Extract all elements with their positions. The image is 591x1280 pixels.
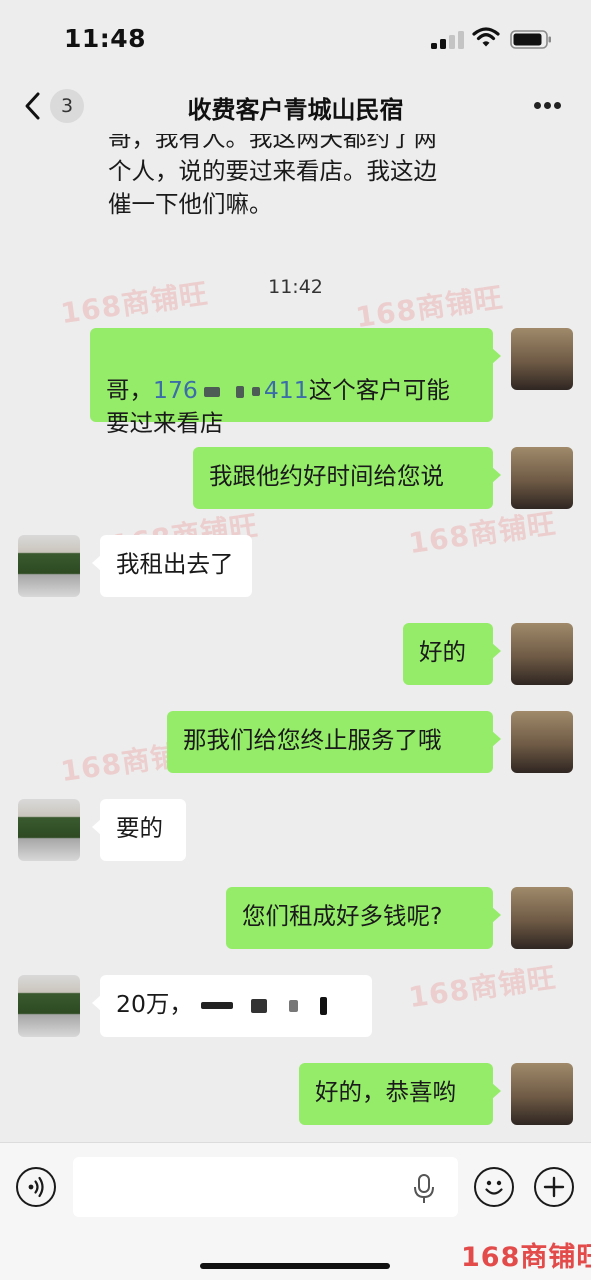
message-text: 20万， <box>116 990 193 1018</box>
nav-bar: 3 收费客户青城山民宿 <box>0 78 591 134</box>
self-avatar[interactable] <box>511 887 573 949</box>
message-list[interactable]: 哥，我有人。我这两天都约了两 个人，说的要过来看店。我这边 催一下他们嘛。 11… <box>0 134 591 1142</box>
message-row: 那我们给您终止服务了哦 <box>0 711 591 773</box>
message-text: 要的 <box>116 814 163 842</box>
message-text-prefix: 哥， <box>106 376 153 404</box>
message-row: 我租出去了 <box>0 535 591 597</box>
phone-number-suffix[interactable]: 411 <box>264 376 309 404</box>
message-bubble[interactable]: 那我们给您终止服务了哦 <box>167 711 501 773</box>
message-row: 好的，恭喜哟 <box>0 1063 591 1125</box>
redaction-mark <box>250 998 267 1013</box>
message-bubble[interactable]: 要的 <box>92 799 186 861</box>
contact-avatar[interactable] <box>18 975 80 1037</box>
message-text: 我租出去了 <box>116 550 234 578</box>
contact-avatar[interactable] <box>18 535 80 597</box>
brand-watermark: 168商铺旺 <box>461 1242 591 1273</box>
message-bubble[interactable]: 好的 <box>403 623 501 685</box>
message-row: 要的 <box>0 799 591 861</box>
wifi-icon <box>472 27 500 47</box>
message-text: 那我们给您终止服务了哦 <box>183 726 442 754</box>
microphone-icon[interactable] <box>411 1174 437 1204</box>
battery-icon <box>510 30 551 49</box>
message-text: 我跟他约好时间给您说 <box>209 462 444 490</box>
contact-avatar[interactable] <box>18 799 80 861</box>
message-input[interactable] <box>73 1157 458 1217</box>
voice-mode-button[interactable] <box>16 1167 56 1207</box>
redaction-mark <box>235 385 244 398</box>
message-row: 我跟他约好时间给您说 <box>0 447 591 509</box>
self-avatar[interactable] <box>511 623 573 685</box>
redaction-mark <box>203 386 220 397</box>
message-bubble[interactable]: 您们租成好多钱呢? <box>226 887 501 949</box>
voice-wave-icon <box>28 1176 44 1198</box>
redaction-mark <box>251 387 260 396</box>
smiley-icon <box>485 1180 503 1195</box>
message-bubble[interactable]: 20万， <box>92 975 372 1037</box>
message-bubble[interactable]: 我跟他约好时间给您说 <box>193 447 501 509</box>
add-attachment-button[interactable] <box>534 1167 574 1207</box>
message-text: 您们租成好多钱呢? <box>242 902 443 930</box>
cellular-signal-icon <box>431 29 465 49</box>
partial-message-text: 哥，我有人。我这两天都约了两 个人，说的要过来看店。我这边 催一下他们嘛。 <box>108 134 437 218</box>
back-chevron-icon[interactable] <box>22 91 44 121</box>
message-text: 好的 <box>419 638 466 666</box>
self-avatar[interactable] <box>511 1063 573 1125</box>
message-bubble[interactable]: 哥，176 411这个客户可能 要过来看店 <box>90 328 501 437</box>
message-row: 20万， <box>0 975 591 1037</box>
redaction-mark <box>200 1002 233 1009</box>
phone-number-link[interactable]: 176 <box>153 376 198 404</box>
message-row: 您们租成好多钱呢? <box>0 887 591 949</box>
input-bar: 168商铺旺 <box>0 1142 591 1280</box>
redaction-mark <box>319 996 327 1015</box>
message-bubble[interactable]: 我租出去了 <box>92 535 252 597</box>
status-bar: 11:48 <box>0 0 591 78</box>
self-avatar[interactable] <box>511 328 573 390</box>
self-avatar[interactable] <box>511 447 573 509</box>
redaction-mark <box>288 999 298 1012</box>
message-bubble[interactable]: 好的，恭喜哟 <box>299 1063 501 1125</box>
message-text: 好的，恭喜哟 <box>315 1078 456 1106</box>
message-row: 哥，176 411这个客户可能 要过来看店 <box>0 328 591 437</box>
plus-icon <box>543 1176 565 1198</box>
status-time: 11:48 <box>64 24 147 53</box>
message-row: 好的 <box>0 623 591 685</box>
chat-title: 收费客户青城山民宿 <box>187 96 404 124</box>
chat-screen: 11:48 3 收费客户青城山民宿 哥，我有人。我这两天都约了两 个人，说的要过… <box>0 0 591 1280</box>
more-options-icon[interactable] <box>532 102 564 110</box>
emoji-button[interactable] <box>474 1167 514 1207</box>
home-indicator <box>200 1263 390 1269</box>
self-avatar[interactable] <box>511 711 573 773</box>
